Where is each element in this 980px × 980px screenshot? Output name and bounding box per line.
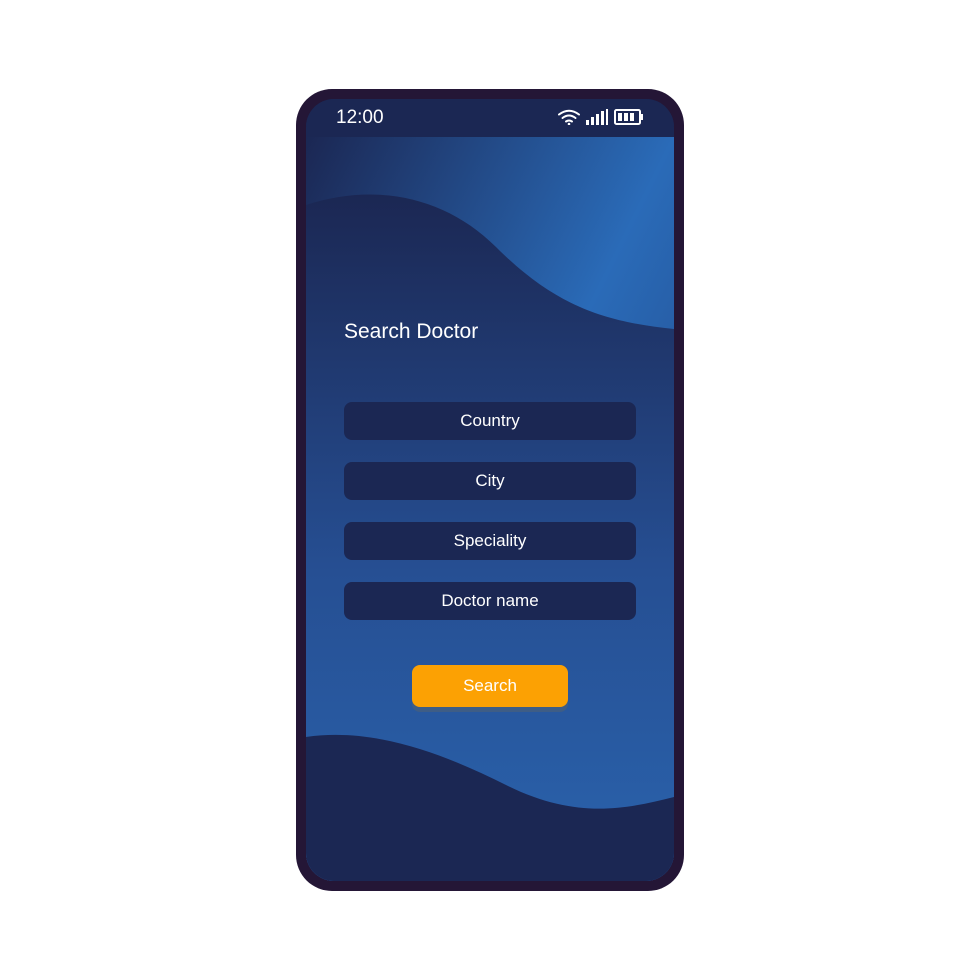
- signal-icon: [586, 109, 608, 125]
- doctor-name-field[interactable]: Doctor name: [344, 582, 636, 620]
- country-field[interactable]: Country: [344, 402, 636, 440]
- search-button[interactable]: Search: [412, 665, 568, 707]
- speciality-field[interactable]: Speciality: [344, 522, 636, 560]
- status-bar: 12:00: [306, 99, 674, 137]
- page-title: Search Doctor: [344, 320, 479, 343]
- content: Search Doctor Country City Speciality Do…: [306, 99, 674, 881]
- phone-frame: 12:00 Search Doctor Country City Special…: [296, 89, 684, 891]
- wifi-icon: [558, 109, 580, 125]
- status-icons: [558, 109, 644, 125]
- battery-icon: [614, 109, 643, 125]
- city-field[interactable]: City: [344, 462, 636, 500]
- app-screen: 12:00 Search Doctor Country City Special…: [306, 99, 674, 881]
- status-time: 12:00: [336, 107, 384, 128]
